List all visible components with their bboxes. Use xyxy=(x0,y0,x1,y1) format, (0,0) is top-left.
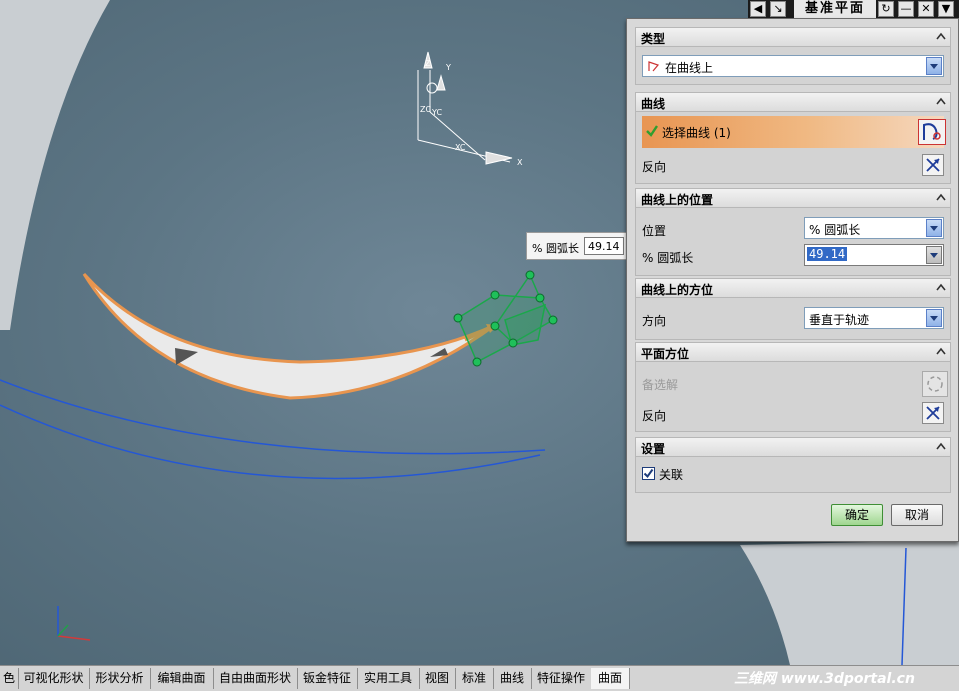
dialog-title: 基准平面 xyxy=(794,0,876,18)
reverse-direction-icon[interactable] xyxy=(922,154,944,176)
section-settings-title: 设置 xyxy=(641,442,666,456)
arc-length-onscreen-label: % 圆弧长 xyxy=(532,242,579,255)
tab-1[interactable]: 可视化形状 xyxy=(18,668,90,689)
back-icon[interactable]: ◀ xyxy=(750,1,766,17)
tab-6[interactable]: 实用工具 xyxy=(357,668,420,689)
chevron-down-icon[interactable] xyxy=(926,219,942,237)
alternate-solution-icon[interactable] xyxy=(922,371,948,397)
minimize-icon[interactable]: — xyxy=(898,1,914,17)
section-type-body: 在曲线上 xyxy=(635,47,951,85)
checkmark-icon xyxy=(643,468,654,479)
section-orientation-header[interactable]: 曲线上的方位 xyxy=(635,278,951,298)
arc-length-onscreen-value[interactable]: 49.14 xyxy=(584,237,624,255)
reset-icon[interactable]: ↻ xyxy=(878,1,894,17)
cancel-button[interactable]: 取消 xyxy=(891,504,943,526)
tab-8[interactable]: 标准 xyxy=(455,668,494,689)
select-curve-row[interactable]: 选择曲线 (1) xyxy=(642,116,946,148)
chevron-up-icon[interactable] xyxy=(934,30,948,44)
selected-curve xyxy=(82,272,496,400)
tab-9[interactable]: 曲线 xyxy=(493,668,532,689)
position-value: % 圆弧长 xyxy=(809,223,861,237)
section-position-title: 曲线上的位置 xyxy=(641,193,714,207)
chevron-down-icon[interactable] xyxy=(926,246,942,264)
direction-select[interactable]: 垂直于轨迹 xyxy=(804,307,944,329)
part-edge-left xyxy=(0,0,110,330)
section-plane-title: 平面方位 xyxy=(641,347,690,361)
tab-4[interactable]: 自由曲面形状 xyxy=(213,668,298,689)
expand-icon[interactable]: ▼ xyxy=(938,1,954,17)
triad-xc: XC xyxy=(455,143,466,152)
curve-select-icon[interactable] xyxy=(918,119,946,145)
checkmark-icon xyxy=(646,125,658,137)
chevron-up-icon[interactable] xyxy=(934,440,948,454)
section-plane-body: 备选解 反向 xyxy=(635,362,951,432)
section-position-header[interactable]: 曲线上的位置 xyxy=(635,188,951,208)
section-curve-header[interactable]: 曲线 xyxy=(635,92,951,112)
type-value: 在曲线上 xyxy=(665,61,714,75)
select-curve-label: 选择曲线 (1) xyxy=(662,126,731,140)
chevron-up-icon[interactable] xyxy=(934,95,948,109)
chevron-up-icon[interactable] xyxy=(934,345,948,359)
chevron-up-icon[interactable] xyxy=(934,281,948,295)
tab-2[interactable]: 形状分析 xyxy=(89,668,151,689)
arc-length-onscreen-input[interactable]: % 圆弧长 49.14 xyxy=(526,232,630,260)
tab-0[interactable]: 色 xyxy=(0,668,19,689)
direction-value: 垂直于轨迹 xyxy=(809,313,870,327)
datum-plane-preview xyxy=(457,274,555,364)
reverse-direction-icon[interactable] xyxy=(922,402,944,424)
watermark: 三维网 www.3dportal.cn xyxy=(734,671,915,687)
arc-length-label: % 圆弧长 xyxy=(642,251,694,265)
triad-zc: ZC xyxy=(420,105,431,114)
toolbar-tabs: 色 可视化形状 形状分析 编辑曲面 自由曲面形状 钣金特征 实用工具 视图 标准… xyxy=(0,665,959,691)
chevron-down-icon[interactable] xyxy=(926,57,942,75)
tab-3[interactable]: 编辑曲面 xyxy=(150,668,214,689)
absolute-triad-icon xyxy=(57,606,91,641)
associative-checkbox[interactable] xyxy=(642,467,655,480)
blue-curve-2 xyxy=(0,404,541,480)
curve-reverse-label: 反向 xyxy=(642,160,667,174)
section-type-title: 类型 xyxy=(641,32,666,46)
ok-button[interactable]: 确定 xyxy=(831,504,883,526)
section-orientation-body: 方向 垂直于轨迹 xyxy=(635,298,951,340)
close-icon[interactable]: ✕ xyxy=(918,1,934,17)
plane-reverse-label: 反向 xyxy=(642,409,667,423)
dialog-titlebar: ◀ ↘ 基准平面 ↻ — ✕ ▼ xyxy=(748,0,959,18)
direction-label: 方向 xyxy=(642,314,667,328)
arc-length-input[interactable]: 49.14 xyxy=(804,244,944,266)
part-edge-right xyxy=(740,540,959,665)
point-on-curve-icon xyxy=(648,61,660,72)
arc-length-value[interactable]: 49.14 xyxy=(807,247,848,261)
arrow-icon[interactable]: ↘ xyxy=(770,1,786,17)
section-curve-title: 曲线 xyxy=(641,97,666,111)
alternate-solution-label: 备选解 xyxy=(642,378,679,392)
associative-label: 关联 xyxy=(659,468,684,482)
tab-11[interactable]: 曲面 xyxy=(591,668,630,689)
chevron-up-icon[interactable] xyxy=(934,191,948,205)
section-curve-body: 选择曲线 (1) 反向 xyxy=(635,112,951,184)
triad-yc: YC xyxy=(431,108,442,117)
section-position-body: 位置 % 圆弧长 % 圆弧长 49.14 xyxy=(635,208,951,276)
triad-z: Z xyxy=(425,59,431,68)
position-label: 位置 xyxy=(642,224,667,238)
section-settings-body: 关联 xyxy=(635,457,951,493)
triad-x: X xyxy=(517,158,523,167)
section-type-header[interactable]: 类型 xyxy=(635,27,951,47)
tab-5[interactable]: 钣金特征 xyxy=(297,668,358,689)
datum-plane-dialog: 类型 在曲线上 曲线 选择曲线 (1) 反向 曲线上的位置 位置 % 圆弧长 %… xyxy=(626,18,959,542)
section-plane-header[interactable]: 平面方位 xyxy=(635,342,951,362)
position-select[interactable]: % 圆弧长 xyxy=(804,217,944,239)
tab-10[interactable]: 特征操作 xyxy=(531,668,592,689)
section-orientation-title: 曲线上的方位 xyxy=(641,283,714,297)
tab-7[interactable]: 视图 xyxy=(419,668,456,689)
triad-y: Y xyxy=(445,63,451,72)
type-select[interactable]: 在曲线上 xyxy=(642,55,944,77)
chevron-down-icon[interactable] xyxy=(926,309,942,327)
section-settings-header[interactable]: 设置 xyxy=(635,437,951,457)
